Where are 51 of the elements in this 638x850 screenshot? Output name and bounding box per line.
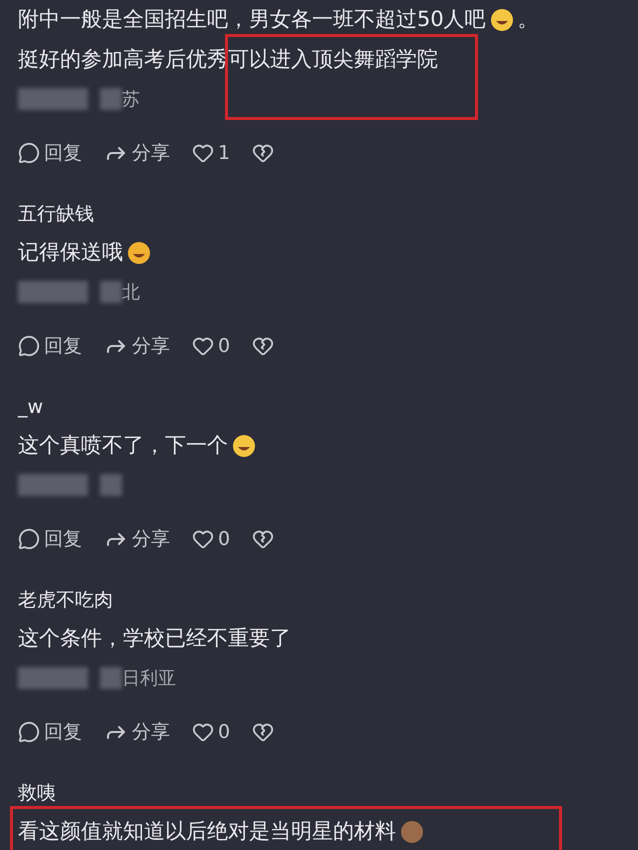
- comment-text: 记得保送哦: [18, 239, 123, 266]
- heart-icon: [192, 142, 214, 164]
- comment-icon: [18, 721, 40, 743]
- heart-icon: [192, 721, 214, 743]
- like-button[interactable]: 0: [192, 524, 230, 554]
- redaction-block: [100, 88, 122, 110]
- username: _w: [18, 394, 44, 420]
- comment-icon: [18, 335, 40, 357]
- heart-icon: [192, 335, 214, 357]
- reply-button[interactable]: 回复: [18, 718, 82, 746]
- dislike-button[interactable]: [252, 721, 274, 743]
- comment-icon: [18, 142, 40, 164]
- dislike-button[interactable]: [252, 142, 274, 164]
- location-text: 北: [122, 280, 140, 304]
- comment-text: 挺好的参加高考后优秀: [18, 46, 228, 74]
- comment-text: 。: [518, 6, 539, 34]
- comment-text: 这个条件，学校已经不重要了: [18, 625, 291, 652]
- reply-button[interactable]: 回复: [18, 138, 82, 168]
- broken-heart-icon: [252, 721, 274, 743]
- redaction-block: [100, 281, 122, 303]
- broken-heart-icon: [252, 142, 274, 164]
- heart-icon: [192, 528, 214, 550]
- like-button[interactable]: 0: [192, 332, 230, 360]
- redaction-block: [18, 88, 88, 110]
- comment-text: 这个真喷不了，下一个: [18, 432, 228, 460]
- like-button[interactable]: 0: [192, 718, 230, 746]
- location-text: 日利亚: [122, 666, 176, 690]
- comment-icon: [18, 528, 40, 550]
- comment-text: 可以进入顶尖舞蹈学院: [228, 44, 438, 76]
- reply-button[interactable]: 回复: [18, 332, 82, 360]
- redaction-block: [18, 667, 88, 689]
- broken-heart-icon: [252, 335, 274, 357]
- share-button[interactable]: 分享: [104, 332, 170, 360]
- location-text: 苏: [122, 88, 140, 112]
- comment-text: 看这颜值就知道以后绝对是当明星的材料: [18, 818, 396, 846]
- broken-heart-icon: [252, 528, 274, 550]
- like-button[interactable]: 1: [192, 138, 230, 168]
- redaction-block: [18, 474, 88, 496]
- username: 五行缺钱: [18, 202, 94, 227]
- share-button[interactable]: 分享: [104, 138, 170, 168]
- share-button[interactable]: 分享: [104, 718, 170, 746]
- dislike-button[interactable]: [252, 335, 274, 357]
- redaction-block: [100, 474, 122, 496]
- comment-text: 附中一般是全国招生吧，男女各一班不超过50人吧: [18, 6, 486, 34]
- reply-button[interactable]: 回复: [18, 524, 82, 554]
- redaction-block: [18, 281, 88, 303]
- dislike-button[interactable]: [252, 528, 274, 550]
- username: 老虎不吃肉: [18, 588, 113, 613]
- redaction-block: [100, 667, 122, 689]
- username: 救咦: [18, 780, 56, 806]
- share-button[interactable]: 分享: [104, 524, 170, 554]
